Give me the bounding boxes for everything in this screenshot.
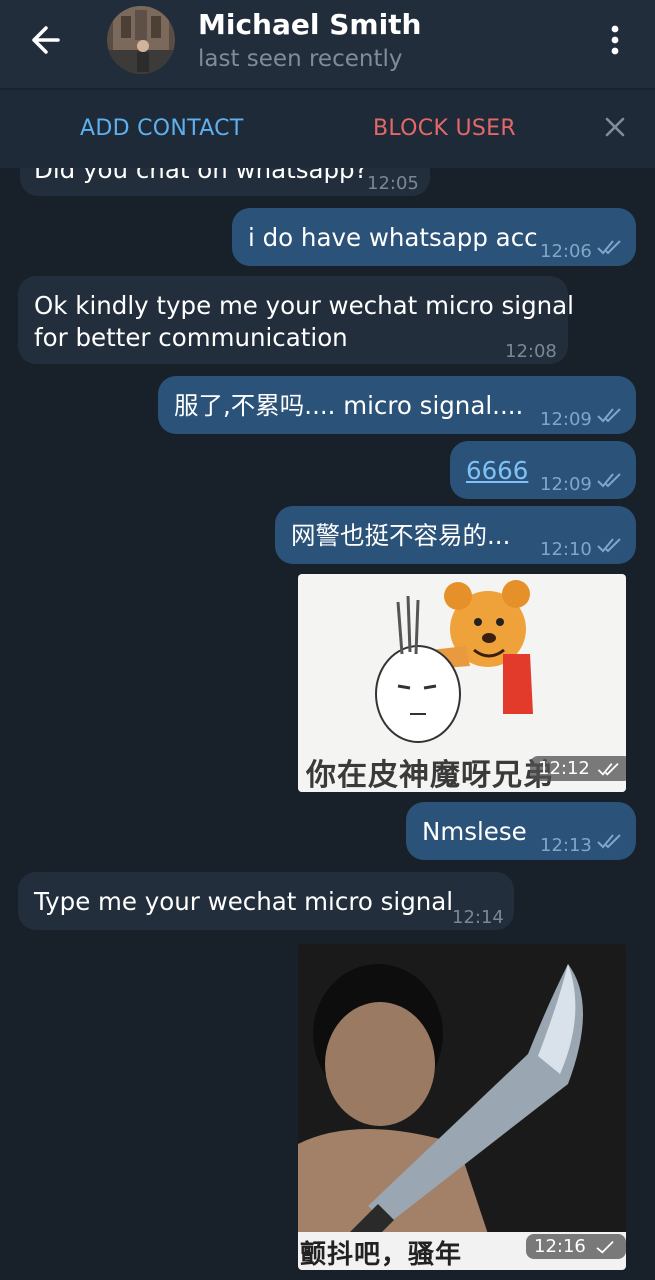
message-time: 12:08 [505,341,557,362]
message-time: 12:14 [452,907,504,928]
close-icon[interactable] [600,112,630,142]
double-check-icon [597,473,621,488]
sticker-image[interactable]: 你在皮神魔呀兄弟 12:12 [298,574,626,792]
message-incoming[interactable]: Type me your wechat micro signal 12:14 [18,872,514,930]
avatar[interactable] [107,6,175,74]
contact-name[interactable]: Michael Smith [198,8,421,41]
message-text: i do have whatsapp acc [248,223,538,252]
message-outgoing[interactable]: 服了,不累吗.... micro signal.... 12:09 [158,376,636,434]
chat-header: Michael Smith last seen recently [0,0,655,88]
message-outgoing[interactable]: i do have whatsapp acc 12:06 [232,208,636,266]
message-outgoing[interactable]: 网警也挺不容易的... 12:10 [275,506,636,564]
arrow-left-icon[interactable] [22,20,70,60]
block-user-button[interactable]: BLOCK USER [373,116,516,141]
double-check-icon [597,763,619,776]
message-time: 12:12 [538,758,590,779]
photo-drawing [298,944,626,1270]
message-outgoing[interactable]: 6666 12:09 [450,441,636,499]
message-text: 服了,不累吗.... micro signal.... [174,391,524,420]
double-check-icon [597,408,621,423]
photo-image[interactable]: 颤抖吧，骚年 12:16 [298,944,626,1270]
media-timestamp: 12:16 [526,1234,626,1259]
message-time: 12:09 [540,474,592,495]
double-check-icon [597,538,621,553]
message-text-line: Ok kindly type me your wechat micro sign… [34,291,574,320]
media-timestamp: 12:12 [530,756,626,781]
message-incoming[interactable]: Ok kindly type me your wechat micro sign… [18,276,574,364]
message-time: 12:10 [540,539,592,560]
double-check-icon [597,834,621,849]
sticker-caption: 你在皮神魔呀兄弟 [306,758,554,792]
message-outgoing[interactable]: Nmslese 12:13 [406,802,636,860]
contact-status: last seen recently [198,46,403,72]
chat-area[interactable]: Did you chat on whatsapp? 12:05 i do hav… [0,0,655,1280]
add-contact-button[interactable]: ADD CONTACT [80,116,244,141]
message-text: Nmslese [422,817,527,846]
avatar-image [107,6,175,74]
spam-action-bar: ADD CONTACT BLOCK USER [0,88,655,168]
message-text: Type me your wechat micro signal [34,887,454,916]
single-check-icon [596,1241,614,1254]
message-text: 网警也挺不容易的... [291,521,511,550]
phone-link[interactable]: 6666 [466,455,528,487]
message-time: 12:06 [540,241,592,262]
double-check-icon [597,240,621,255]
message-time: 12:05 [367,173,419,194]
photo-caption: 颤抖吧，骚年 [300,1240,463,1270]
more-vertical-icon[interactable] [600,20,630,60]
message-time: 12:09 [540,409,592,430]
message-text-line: for better communication [34,323,348,352]
message-time: 12:13 [540,835,592,856]
message-time: 12:16 [534,1236,586,1257]
